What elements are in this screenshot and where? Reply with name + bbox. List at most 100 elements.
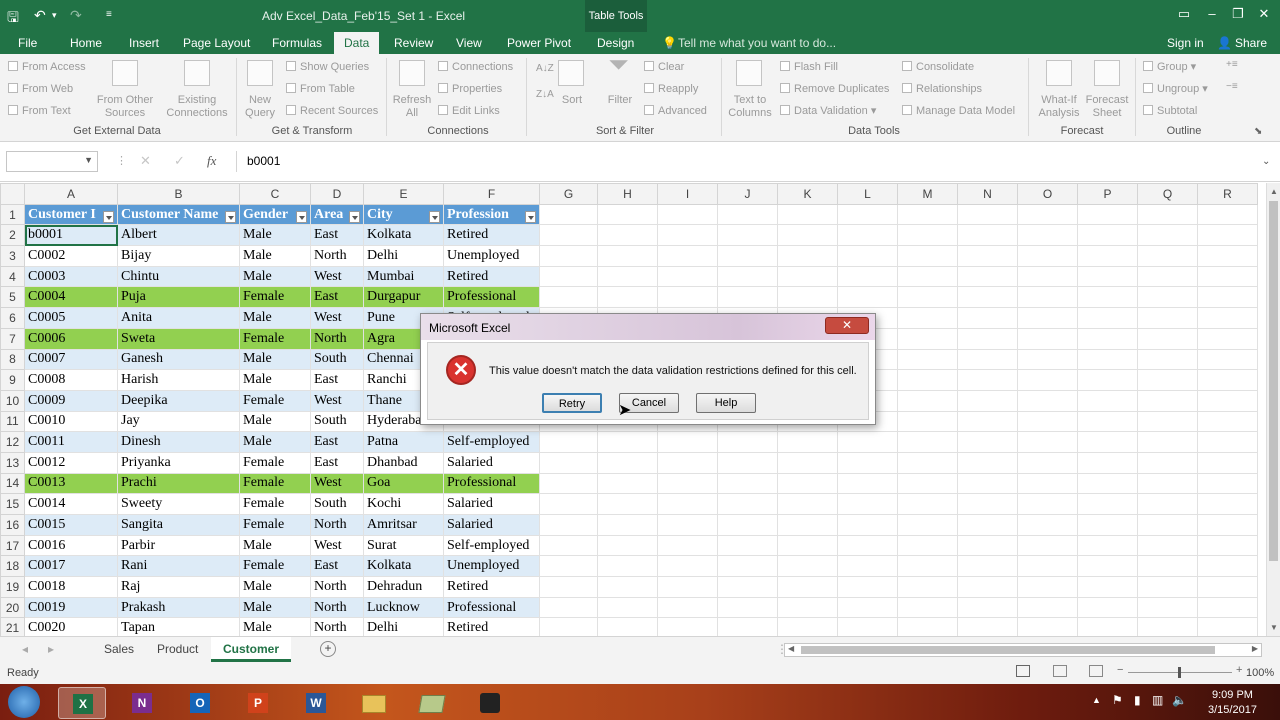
empty-cell[interactable] bbox=[1077, 369, 1138, 391]
empty-cell[interactable] bbox=[597, 493, 658, 515]
empty-cell[interactable] bbox=[1077, 472, 1138, 495]
tab-insert[interactable]: Insert bbox=[129, 36, 159, 50]
empty-cell[interactable] bbox=[1077, 327, 1138, 350]
row-header[interactable]: 16 bbox=[0, 514, 25, 536]
table-cell[interactable]: Parbir bbox=[117, 534, 240, 557]
empty-cell[interactable] bbox=[777, 617, 838, 636]
dialog-title-bar[interactable]: Microsoft Excel bbox=[421, 314, 875, 340]
empty-cell[interactable] bbox=[1137, 617, 1198, 636]
filter-dropdown-icon[interactable] bbox=[429, 210, 440, 223]
zoom-level[interactable]: 100% bbox=[1246, 667, 1274, 679]
table-cell[interactable]: Kolkata bbox=[363, 555, 444, 578]
empty-cell[interactable] bbox=[1137, 493, 1198, 515]
battery-icon[interactable]: ▮ bbox=[1134, 693, 1141, 707]
formula-input[interactable]: b0001 bbox=[236, 151, 1276, 172]
table-cell[interactable]: C0007 bbox=[24, 348, 118, 371]
table-cell[interactable]: C0019 bbox=[24, 596, 118, 619]
table-cell[interactable]: Male bbox=[239, 576, 311, 598]
column-header[interactable]: D bbox=[310, 183, 364, 205]
table-cell[interactable]: C0016 bbox=[24, 534, 118, 557]
share-icon[interactable]: 👤 bbox=[1217, 36, 1232, 50]
table-cell[interactable]: Prachi bbox=[117, 472, 240, 495]
table-cell[interactable]: Sweety bbox=[117, 493, 240, 515]
table-cell[interactable]: Ganesh bbox=[117, 348, 240, 371]
table-cell[interactable]: Retired bbox=[443, 576, 540, 598]
empty-cell[interactable] bbox=[657, 514, 718, 536]
sheet-tab-customer[interactable]: Customer bbox=[211, 637, 292, 662]
table-cell[interactable]: South bbox=[310, 348, 364, 371]
empty-cell[interactable] bbox=[897, 576, 958, 598]
clear-filter-button[interactable]: Clear bbox=[644, 61, 684, 74]
row-header[interactable]: 19 bbox=[0, 576, 25, 598]
insert-function-icon[interactable]: fx bbox=[207, 153, 216, 169]
table-cell[interactable]: West bbox=[310, 307, 364, 329]
empty-cell[interactable] bbox=[1077, 265, 1138, 288]
onenote-taskbar-icon[interactable]: N bbox=[118, 687, 166, 719]
row-header[interactable]: 14 bbox=[0, 472, 25, 495]
zoom-in-icon[interactable]: + bbox=[1236, 664, 1242, 676]
empty-cell[interactable] bbox=[539, 472, 598, 495]
row-header[interactable]: 17 bbox=[0, 534, 25, 557]
action-center-icon[interactable]: ⚑ bbox=[1112, 693, 1123, 707]
empty-cell[interactable] bbox=[1017, 307, 1078, 329]
column-header[interactable]: I bbox=[657, 183, 718, 205]
empty-cell[interactable] bbox=[1017, 431, 1078, 453]
table-cell[interactable]: Retired bbox=[443, 224, 540, 247]
table-cell[interactable]: Male bbox=[239, 265, 311, 288]
data-validation-button[interactable]: Data Validation ▾ bbox=[780, 105, 876, 118]
empty-cell[interactable] bbox=[1017, 203, 1078, 226]
empty-cell[interactable] bbox=[1077, 514, 1138, 536]
table-cell[interactable]: C0020 bbox=[24, 617, 118, 636]
empty-cell[interactable] bbox=[957, 245, 1018, 267]
consolidate-button[interactable]: Consolidate bbox=[902, 61, 974, 74]
file-explorer-taskbar-icon[interactable] bbox=[350, 687, 398, 719]
table-cell[interactable]: Amritsar bbox=[363, 514, 444, 536]
empty-cell[interactable] bbox=[1077, 576, 1138, 598]
table-column-header[interactable]: Customer I bbox=[24, 203, 118, 226]
empty-cell[interactable] bbox=[1197, 555, 1258, 578]
table-cell[interactable]: East bbox=[310, 431, 364, 453]
undo-dropdown-icon[interactable]: ▾ bbox=[52, 10, 57, 21]
expand-formula-bar-icon[interactable]: ⌄ bbox=[1262, 156, 1270, 167]
empty-cell[interactable] bbox=[717, 576, 778, 598]
empty-cell[interactable] bbox=[597, 534, 658, 557]
empty-cell[interactable] bbox=[539, 245, 598, 267]
filter-dropdown-icon[interactable] bbox=[296, 210, 307, 223]
scroll-left-icon[interactable]: ◀ bbox=[788, 644, 794, 653]
table-cell[interactable]: Male bbox=[239, 431, 311, 453]
empty-cell[interactable] bbox=[897, 327, 958, 350]
row-header[interactable]: 13 bbox=[0, 451, 25, 474]
row-header[interactable]: 6 bbox=[0, 307, 25, 329]
empty-cell[interactable] bbox=[597, 286, 658, 309]
edit-links-button[interactable]: Edit Links bbox=[438, 105, 500, 118]
empty-cell[interactable] bbox=[1077, 389, 1138, 412]
empty-cell[interactable] bbox=[717, 203, 778, 226]
empty-cell[interactable] bbox=[777, 534, 838, 557]
table-cell[interactable]: Sweta bbox=[117, 327, 240, 350]
horizontal-scroll-thumb[interactable] bbox=[801, 646, 1215, 654]
table-cell[interactable]: Female bbox=[239, 472, 311, 495]
empty-cell[interactable] bbox=[837, 617, 898, 636]
empty-cell[interactable] bbox=[717, 245, 778, 267]
empty-cell[interactable] bbox=[597, 555, 658, 578]
empty-cell[interactable] bbox=[1077, 286, 1138, 309]
previous-sheet-icon[interactable]: ◂ bbox=[22, 642, 28, 656]
empty-cell[interactable] bbox=[1077, 224, 1138, 247]
empty-cell[interactable] bbox=[1077, 203, 1138, 226]
new-query-button[interactable]: New Query bbox=[240, 94, 280, 120]
recorder-taskbar-icon[interactable] bbox=[466, 687, 514, 719]
empty-cell[interactable] bbox=[597, 451, 658, 474]
empty-cell[interactable] bbox=[1137, 327, 1198, 350]
empty-cell[interactable] bbox=[957, 307, 1018, 329]
table-cell[interactable]: Mumbai bbox=[363, 265, 444, 288]
table-cell[interactable]: South bbox=[310, 493, 364, 515]
empty-cell[interactable] bbox=[957, 327, 1018, 350]
manage-data-model-button[interactable]: Manage Data Model bbox=[902, 105, 1015, 118]
empty-cell[interactable] bbox=[539, 514, 598, 536]
table-cell[interactable]: Raj bbox=[117, 576, 240, 598]
empty-cell[interactable] bbox=[597, 224, 658, 247]
empty-cell[interactable] bbox=[597, 203, 658, 226]
empty-cell[interactable] bbox=[897, 224, 958, 247]
row-header[interactable]: 15 bbox=[0, 493, 25, 515]
empty-cell[interactable] bbox=[1137, 596, 1198, 619]
